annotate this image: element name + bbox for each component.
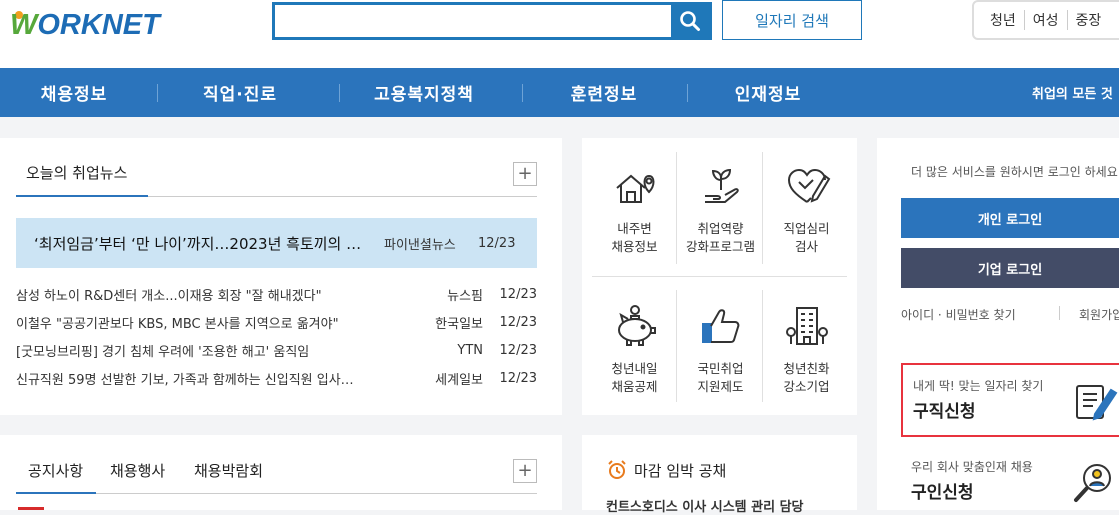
login-panel: 더 많은 서비스를 원하시면 로그인 하세요. 개인 로그인 기업 로그인 아이… xyxy=(877,138,1119,510)
search-icon xyxy=(680,11,700,31)
headline-title: ‘최저임금’부터 ‘만 나이’까지…2023년 흑토끼의 … xyxy=(34,234,362,253)
recruit-application-box[interactable]: 우리 회사 맞춤인재 채용 구인신청 xyxy=(901,452,1119,512)
piggy-bank-icon xyxy=(617,305,656,346)
news-panel: 오늘의 취업뉴스 + ‘최저임금’부터 ‘만 나이’까지…2023년 흑토끼의 … xyxy=(0,138,562,415)
nav-item-talent[interactable]: 인재정보 xyxy=(712,68,824,117)
news-title: 신규직원 59명 선발한 기보, 가족과 함께하는 신입직원 입사… xyxy=(16,372,354,388)
service-psych-test[interactable]: 직업심리 검사 xyxy=(764,148,849,268)
nav-divider xyxy=(687,84,688,102)
recruit-subtitle: 우리 회사 맞춤인재 채용 xyxy=(911,460,1033,474)
apply-title: 구직신청 xyxy=(913,402,976,422)
service-label: 청년친화 강소기업 xyxy=(783,361,830,394)
news-item[interactable]: 삼성 하노이 R&D센터 개소...이재용 회장 "잘 해내겠다" 뉴스핌 12… xyxy=(16,284,537,304)
notice-more-button[interactable]: + xyxy=(513,459,537,483)
main-nav: 채용정보 직업·진로 고용복지정책 훈련정보 인재정보 취업의 모든 것 xyxy=(0,68,1119,117)
search-button[interactable] xyxy=(671,5,709,37)
nav-item-career[interactable]: 직업·진로 xyxy=(184,68,296,117)
headline-source: 파이낸셜뉴스 xyxy=(384,237,456,253)
tab-job-fairs[interactable]: 채용박람회 xyxy=(194,460,263,481)
news-more-button[interactable]: + xyxy=(513,162,537,186)
building-icon xyxy=(785,307,828,345)
personal-login-button[interactable]: 개인 로그인 xyxy=(901,198,1119,238)
thumbs-up-icon xyxy=(701,309,739,343)
signup-link[interactable]: 회원가입 xyxy=(1079,306,1119,323)
news-source: YTN xyxy=(457,342,483,358)
nav-divider xyxy=(522,84,523,102)
alarm-clock-icon xyxy=(608,460,626,479)
logo-text: ORKNET xyxy=(37,8,160,41)
nav-divider xyxy=(157,84,158,102)
tab-hiring-events[interactable]: 채용행사 xyxy=(110,460,165,481)
nav-item-welfare-policy[interactable]: 고용복지정책 xyxy=(356,68,492,117)
service-label: 청년내일 채움공제 xyxy=(611,361,658,394)
service-label: 직업심리 검사 xyxy=(783,221,830,254)
deadline-item[interactable]: 컨트스호디스 이사 시스템 관리 담당 xyxy=(606,496,804,515)
search-box xyxy=(272,2,712,40)
audience-middle-aged[interactable]: 중장 xyxy=(1066,10,1110,30)
news-item[interactable]: [굿모닝브리핑] 경기 침체 우려에 '조용한 해고' 움직임 YTN 12/2… xyxy=(16,340,537,360)
service-national-employment-support[interactable]: 국민취업 지원제도 xyxy=(678,288,763,408)
find-account-link[interactable]: 아이디 · 비밀번호 찾기 xyxy=(901,306,1016,323)
tab-notices[interactable]: 공지사항 xyxy=(28,460,83,481)
deadline-header: 마감 임박 공채 xyxy=(606,459,726,481)
headline-date: 12/23 xyxy=(478,235,516,251)
job-search-button[interactable]: 일자리 검색 xyxy=(722,0,862,40)
nav-divider xyxy=(339,84,340,102)
service-label: 취업역량 강화프로그램 xyxy=(685,221,755,254)
apply-subtitle: 내게 딱! 맞는 일자리 찾기 xyxy=(913,379,1044,393)
heart-pen-icon xyxy=(787,168,830,203)
news-date: 12/23 xyxy=(499,370,537,386)
nav-item-training[interactable]: 훈련정보 xyxy=(548,68,660,117)
news-title: 이철우 "공공기관보다 KBS, MBC 본사를 지역으로 옮겨야" xyxy=(16,316,339,332)
news-date: 12/23 xyxy=(499,314,537,330)
services-panel: 내주변 채용정보 취업역량 강화프로그램 직업심리 검사 청년내일 채움공제 국민취업 지… xyxy=(582,138,857,415)
sprout-hand-icon xyxy=(704,168,739,203)
deadline-title: 마감 임박 공채 xyxy=(634,461,727,480)
service-youth-savings[interactable]: 청년내일 채움공제 xyxy=(592,288,677,408)
deadline-panel: 마감 임박 공채 컨트스호디스 이사 시스템 관리 담당 xyxy=(582,435,857,515)
site-header: W ORKNET 일자리 검색 청년 여성 중장 xyxy=(0,0,1119,68)
search-input[interactable] xyxy=(275,5,673,37)
news-source: 세계일보 xyxy=(435,372,483,388)
news-item[interactable]: 신규직원 59명 선발한 기보, 가족과 함께하는 신입직원 입사… 세계일보 … xyxy=(16,368,537,388)
service-label: 내주변 채용정보 xyxy=(611,221,658,254)
tab-active-indicator xyxy=(16,195,148,197)
service-nearby-jobs[interactable]: 내주변 채용정보 xyxy=(592,148,677,268)
tab-active-indicator xyxy=(16,492,96,494)
news-headline[interactable]: ‘최저임금’부터 ‘만 나이’까지…2023년 흑토끼의 … 파이낸셜뉴스 12… xyxy=(16,218,537,268)
audience-menu: 청년 여성 중장 xyxy=(972,0,1119,40)
nav-item-jobs[interactable]: 채용정보 xyxy=(18,68,130,117)
login-hint: 더 많은 서비스를 원하시면 로그인 하세요. xyxy=(911,165,1119,179)
news-title: [굿모닝브리핑] 경기 침체 우려에 '조용한 해고' 움직임 xyxy=(16,344,310,360)
service-label: 국민취업 지원제도 xyxy=(697,361,744,394)
news-item[interactable]: 이철우 "공공기관보다 KBS, MBC 본사를 지역으로 옮겨야" 한국일보 … xyxy=(16,312,537,332)
logo-text-w: W xyxy=(10,8,38,41)
company-login-button[interactable]: 기업 로그인 xyxy=(901,248,1119,288)
job-application-box[interactable]: 내게 딱! 맞는 일자리 찾기 구직신청 xyxy=(901,363,1119,437)
divider xyxy=(592,276,847,277)
notice-panel: 공지사항 채용행사 채용박람회 + xyxy=(0,435,562,510)
recruit-title: 구인신청 xyxy=(911,483,974,503)
nav-tagline[interactable]: 취업의 모든 것 xyxy=(1032,68,1113,117)
news-date: 12/23 xyxy=(499,286,537,302)
news-source: 뉴스핌 xyxy=(447,288,483,304)
service-capability-program[interactable]: 취업역량 강화프로그램 xyxy=(678,148,763,268)
talent-search-icon xyxy=(1074,464,1111,502)
audience-women[interactable]: 여성 xyxy=(1023,10,1067,30)
news-date: 12/23 xyxy=(499,342,537,358)
news-title: 삼성 하노이 R&D센터 개소...이재용 회장 "잘 해내겠다" xyxy=(16,288,322,304)
application-form-icon xyxy=(1076,385,1118,421)
worknet-logo[interactable]: W ORKNET xyxy=(2,8,160,42)
house-location-icon xyxy=(615,174,654,203)
service-youth-friendly-companies[interactable]: 청년친화 강소기업 xyxy=(764,288,849,408)
tab-today-news[interactable]: 오늘의 취업뉴스 xyxy=(26,162,127,183)
audience-youth[interactable]: 청년 xyxy=(990,10,1024,30)
divider xyxy=(1059,306,1060,320)
news-source: 한국일보 xyxy=(435,316,483,332)
